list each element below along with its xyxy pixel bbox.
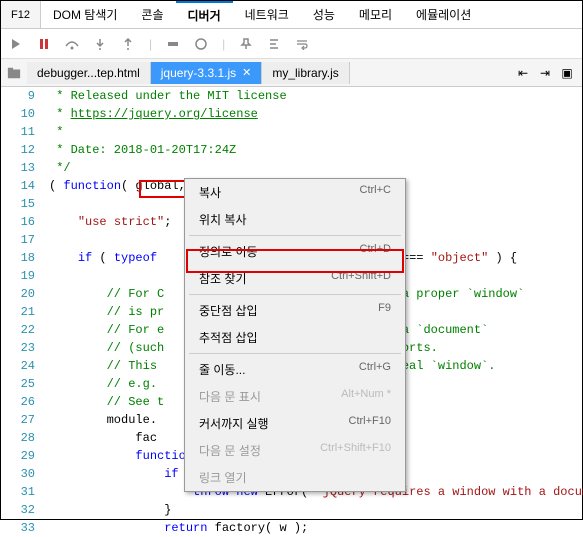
context-menu-label: 링크 열기 — [199, 469, 247, 486]
context-menu-label: 정의로 이동 — [199, 243, 258, 260]
collapse-right-icon[interactable]: ⇥ — [538, 66, 552, 80]
file-tab-label: debugger...tep.html — [37, 66, 140, 80]
context-menu-item[interactable]: 복사 Ctrl+C — [185, 179, 405, 206]
new-tab-icon[interactable]: ▣ — [560, 66, 574, 80]
context-menu-label: 커서까지 실행 — [199, 415, 269, 432]
code-line[interactable]: } — [49, 501, 582, 519]
devtools-tab[interactable]: 콘솔 — [129, 1, 175, 28]
context-menu-shortcut: F9 — [378, 302, 391, 319]
context-menu-item[interactable]: 커서까지 실행 Ctrl+F10 — [185, 410, 405, 437]
context-menu-shortcut: Ctrl+F10 — [349, 415, 392, 432]
code-line[interactable]: * Released under the MIT license — [49, 87, 582, 105]
wrap-icon[interactable] — [295, 37, 309, 51]
file-folder-icon[interactable] — [7, 66, 21, 80]
context-menu-item: 링크 열기 — [185, 464, 405, 491]
pause-icon[interactable] — [37, 37, 51, 51]
file-tabs: debugger...tep.html jquery-3.3.1.js ✕ my_li… — [1, 59, 582, 87]
collapse-left-icon[interactable]: ⇤ — [516, 66, 530, 80]
context-menu: 복사 Ctrl+C 위치 복사정의로 이동 Ctrl+D 참조 찾기 Ctrl+Shift… — [184, 178, 406, 492]
code-line[interactable]: * — [49, 123, 582, 141]
line-gutter: 9101112131415161718192021222324252627282… — [1, 87, 43, 537]
context-menu-shortcut: Ctrl+Shift+D — [331, 270, 391, 287]
context-menu-item[interactable]: 위치 복사 — [185, 206, 405, 233]
context-menu-shortcut: Ctrl+G — [359, 361, 391, 378]
context-menu-label: 위치 복사 — [199, 211, 247, 228]
step-into-icon[interactable] — [93, 37, 107, 51]
code-line[interactable]: * https://jquery.org/license — [49, 105, 582, 123]
context-menu-shortcut: Ctrl+C — [360, 184, 391, 201]
step-out-icon[interactable] — [121, 37, 135, 51]
close-icon[interactable]: ✕ — [242, 66, 251, 79]
context-menu-label: 줄 이동... — [199, 361, 245, 378]
devtools-tab[interactable]: 에뮬레이션 — [404, 1, 483, 28]
context-menu-label: 참조 찾기 — [199, 270, 247, 287]
pin-icon[interactable] — [239, 37, 253, 51]
code-line[interactable]: * Date: 2018-01-20T17:24Z — [49, 141, 582, 159]
context-menu-item[interactable]: 줄 이동... Ctrl+G — [185, 356, 405, 383]
devtools-tabs: F12 DOM 탐색기콘솔디버거네트워크성능메모리에뮬레이션 — [1, 1, 582, 29]
file-tab[interactable]: my_library.js — [262, 62, 349, 84]
file-tab[interactable]: jquery-3.3.1.js ✕ — [151, 62, 263, 84]
format-icon[interactable] — [267, 37, 281, 51]
play-icon[interactable] — [9, 37, 23, 51]
context-menu-label: 추적점 삽입 — [199, 329, 258, 346]
file-tab-label: my_library.js — [272, 66, 338, 80]
context-menu-item[interactable]: 정의로 이동 Ctrl+D — [185, 238, 405, 265]
f12-label: F12 — [1, 1, 41, 28]
file-tab[interactable]: debugger...tep.html — [27, 62, 151, 84]
code-line[interactable]: return factory( w ); — [49, 519, 582, 537]
debug-toolbar: | | — [1, 29, 582, 59]
context-menu-shortcut: Alt+Num * — [341, 388, 391, 405]
context-menu-label: 다음 문 표시 — [199, 388, 261, 405]
devtools-tab[interactable]: DOM 탐색기 — [41, 1, 129, 28]
context-menu-item: 다음 문 표시 Alt+Num * — [185, 383, 405, 410]
code-line[interactable]: */ — [49, 159, 582, 177]
break-icon[interactable] — [166, 37, 180, 51]
devtools-tab[interactable]: 성능 — [301, 1, 347, 28]
context-menu-shortcut: Ctrl+Shift+F10 — [320, 442, 391, 459]
file-tab-label: jquery-3.3.1.js — [161, 66, 236, 80]
context-menu-item[interactable]: 참조 찾기 Ctrl+Shift+D — [185, 265, 405, 292]
step-over-icon[interactable] — [65, 37, 79, 51]
devtools-tab[interactable]: 네트워크 — [233, 1, 301, 28]
context-menu-shortcut: Ctrl+D — [360, 243, 391, 260]
devtools-tab[interactable]: 디버거 — [176, 1, 233, 28]
context-menu-label: 중단점 삽입 — [199, 302, 258, 319]
context-menu-label: 다음 문 설정 — [199, 442, 261, 459]
devtools-tab[interactable]: 메모리 — [347, 1, 404, 28]
context-menu-label: 복사 — [199, 184, 221, 201]
context-menu-item[interactable]: 추적점 삽입 — [185, 324, 405, 351]
context-menu-item: 다음 문 설정 Ctrl+Shift+F10 — [185, 437, 405, 464]
exception-icon[interactable] — [194, 37, 208, 51]
context-menu-item[interactable]: 중단점 삽입 F9 — [185, 297, 405, 324]
